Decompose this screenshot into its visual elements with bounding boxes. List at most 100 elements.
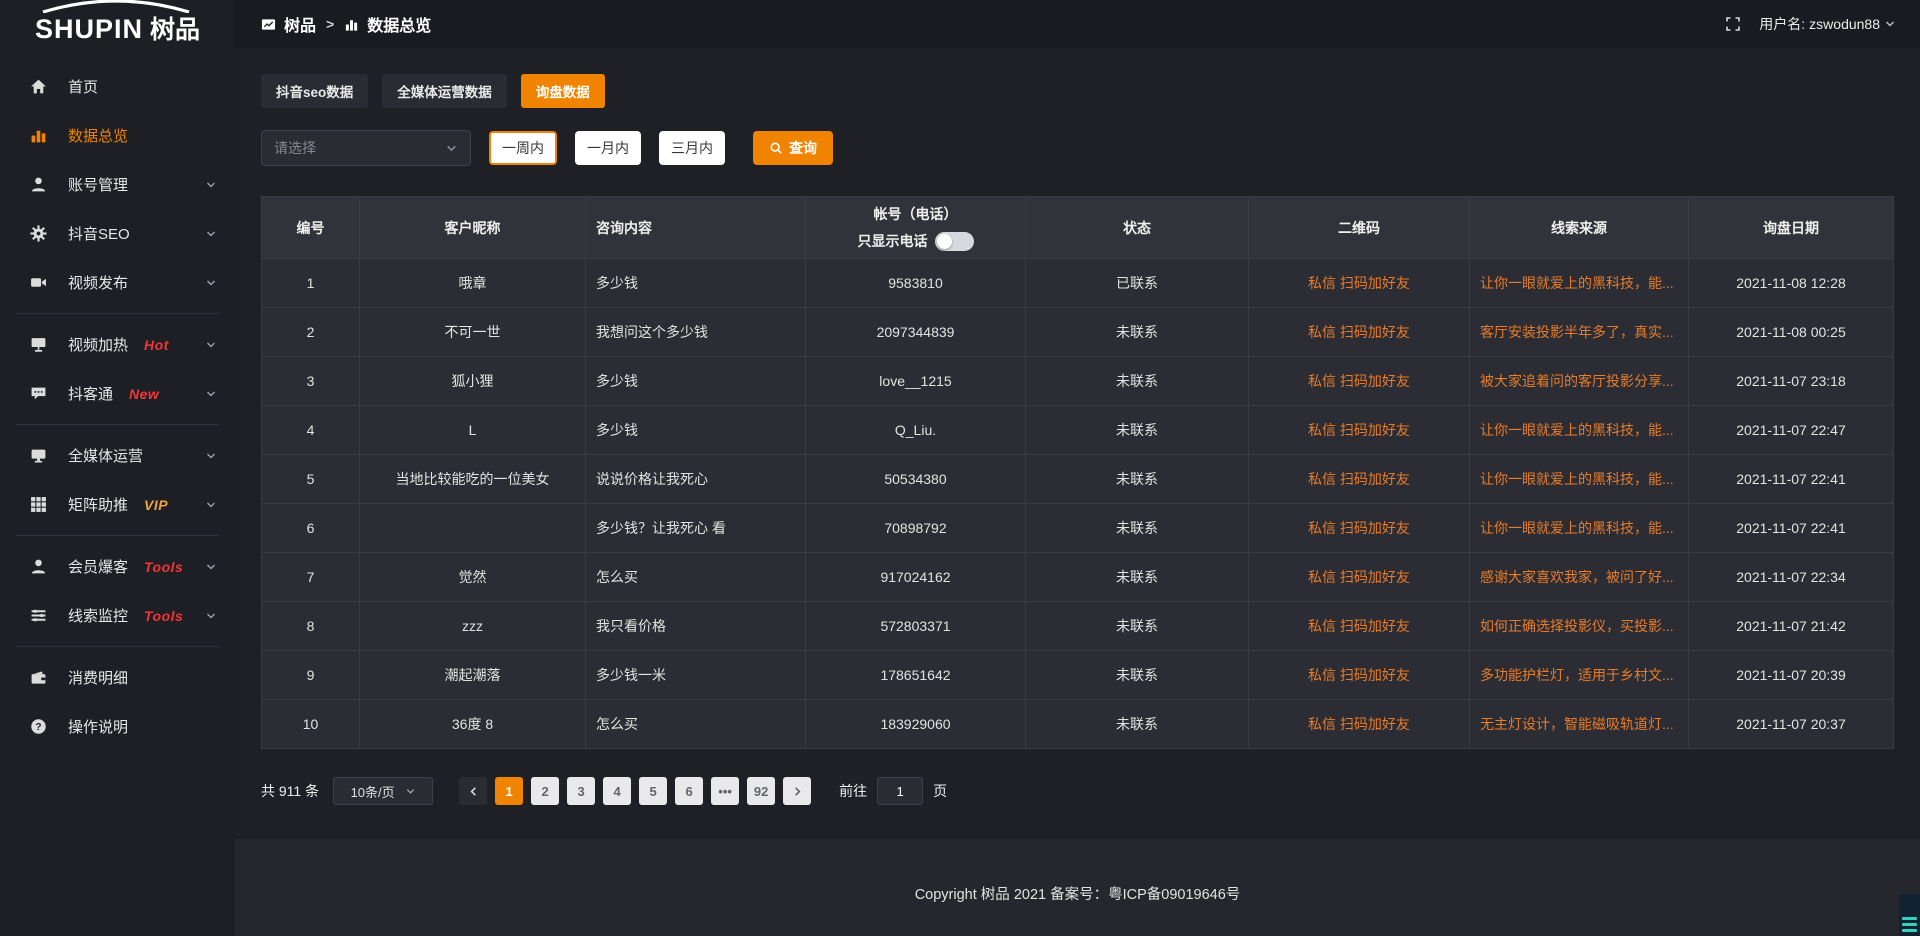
table-row: 8 zzz 我只看价格 572803371 未联系 私信 扫码加好友 如何正确选… (262, 602, 1894, 651)
next-page-button[interactable] (783, 777, 811, 805)
tab-omni-media-data[interactable]: 全媒体运营数据 (382, 74, 507, 108)
sliders-icon (30, 607, 47, 624)
source-link[interactable]: 让你一眼就爱上的黑科技，能... (1480, 520, 1674, 536)
qr-friend-links[interactable]: 私信 扫码加好友 (1308, 422, 1410, 438)
fullscreen-icon[interactable] (1725, 16, 1741, 32)
cell-content: 我想问这个多少钱 (586, 308, 806, 357)
page-button-1[interactable]: 1 (495, 777, 523, 805)
qr-friend-links[interactable]: 私信 扫码加好友 (1308, 569, 1410, 585)
query-button[interactable]: 查询 (753, 131, 833, 165)
cell-date: 2021-11-07 20:37 (1689, 700, 1894, 749)
page-button-6[interactable]: 6 (675, 777, 703, 805)
source-link[interactable]: 无主灯设计，智能磁吸轨道灯... (1480, 716, 1674, 732)
cell-date: 2021-11-07 21:42 (1689, 602, 1894, 651)
sidebar-item-instructions[interactable]: ? 操作说明 (0, 702, 235, 751)
topbar-right: 用户名: zswodun88 (1725, 14, 1896, 34)
video-camera-icon (30, 274, 47, 291)
chevron-down-icon (1884, 18, 1896, 30)
source-link[interactable]: 被大家追着问的客厅投影分享... (1480, 373, 1674, 389)
cell-id: 5 (262, 455, 360, 504)
source-link[interactable]: 让你一眼就爱上的黑科技，能... (1480, 275, 1674, 291)
prev-page-button[interactable] (459, 777, 487, 805)
page-size-select[interactable]: 10条/页 (333, 777, 433, 805)
table-row: 7 觉然 怎么买 917024162 未联系 私信 扫码加好友 感谢大家喜欢我家… (262, 553, 1894, 602)
page-button-92[interactable]: 92 (747, 777, 775, 805)
range-week-button[interactable]: 一周内 (489, 131, 557, 165)
source-link[interactable]: 客厅安装投影半年多了，真实... (1480, 324, 1674, 340)
table-row: 5 当地比较能吃的一位美女 说说价格让我死心 50534380 未联系 私信 扫… (262, 455, 1894, 504)
range-month-button[interactable]: 一月内 (575, 131, 641, 165)
qr-friend-links[interactable]: 私信 扫码加好友 (1308, 275, 1410, 291)
sidebar-item-doukietong[interactable]: 抖客通 New (0, 369, 235, 418)
sidebar-menu: 首页 数据总览 账号管理 抖音SEO 视频发布 (0, 50, 235, 751)
sidebar-item-video-heat[interactable]: 视频加热 Hot (0, 320, 235, 369)
jump-page-input[interactable] (877, 777, 923, 805)
qr-friend-links[interactable]: 私信 扫码加好友 (1308, 520, 1410, 536)
cell-content: 多少钱 (586, 406, 806, 455)
cell-status: 未联系 (1026, 651, 1249, 700)
sidebar-item-member-tools[interactable]: 会员爆客 Tools (0, 542, 235, 591)
account-select[interactable]: 请选择 (261, 130, 471, 166)
source-link[interactable]: 如何正确选择投影仪，买投影... (1480, 618, 1674, 634)
qr-friend-links[interactable]: 私信 扫码加好友 (1308, 618, 1410, 634)
sidebar-item-video-publish[interactable]: 视频发布 (0, 258, 235, 307)
tab-douyin-seo-data[interactable]: 抖音seo数据 (261, 74, 368, 108)
sidebar-item-consumption[interactable]: 消费明细 (0, 653, 235, 702)
sidebar-item-lead-monitor[interactable]: 线索监控 Tools (0, 591, 235, 640)
gear-icon (30, 225, 47, 242)
qr-friend-links[interactable]: 私信 扫码加好友 (1308, 716, 1410, 732)
source-link[interactable]: 让你一眼就爱上的黑科技，能... (1480, 471, 1674, 487)
header-qrcode: 二维码 (1249, 197, 1470, 259)
qr-friend-links[interactable]: 私信 扫码加好友 (1308, 373, 1410, 389)
source-link[interactable]: 感谢大家喜欢我家，被问了好... (1480, 569, 1674, 585)
svg-text:?: ? (35, 722, 41, 733)
sidebar-item-account-mgmt[interactable]: 账号管理 (0, 160, 235, 209)
breadcrumb-root[interactable]: 树品 (284, 12, 316, 36)
qr-friend-links[interactable]: 私信 扫码加好友 (1308, 324, 1410, 340)
cell-content: 我只看价格 (586, 602, 806, 651)
sidebar-item-home[interactable]: 首页 (0, 62, 235, 111)
logo-arc (37, 0, 195, 13)
range-quarter-button[interactable]: 三月内 (659, 131, 725, 165)
page-button-3[interactable]: 3 (567, 777, 595, 805)
page-button-5[interactable]: 5 (639, 777, 667, 805)
cell-account: 70898792 (806, 504, 1026, 553)
floating-widget[interactable] (1899, 894, 1920, 936)
sidebar-item-label: 首页 (68, 76, 98, 97)
toggle-knob (937, 234, 952, 249)
topbar: 树品 > 数据总览 用户名: zswodun88 (235, 0, 1920, 48)
app-root: SHUPIN 树品 首页 数据总览 账号管理 抖音SEO (0, 0, 1920, 936)
sidebar-item-omni-media[interactable]: 全媒体运营 (0, 431, 235, 480)
hot-badge: Hot (144, 337, 169, 353)
chevron-right-icon (792, 786, 803, 797)
page-button-2[interactable]: 2 (531, 777, 559, 805)
sidebar-item-douyin-seo[interactable]: 抖音SEO (0, 209, 235, 258)
home-icon (30, 78, 47, 95)
source-link[interactable]: 多功能护栏灯，适用于乡村文... (1480, 667, 1674, 683)
user-menu[interactable]: 用户名: zswodun88 (1759, 14, 1896, 34)
cell-id: 2 (262, 308, 360, 357)
tab-inquiry-data[interactable]: 询盘数据 (521, 74, 605, 108)
page-more-button[interactable]: ••• (711, 777, 739, 805)
source-link[interactable]: 让你一眼就爱上的黑科技，能... (1480, 422, 1674, 438)
cell-nickname: L (360, 406, 586, 455)
sidebar-item-label: 抖音SEO (68, 223, 130, 244)
sidebar-item-label: 消费明细 (68, 667, 128, 688)
phone-toggle-label: 只显示电话 (858, 231, 928, 251)
sidebar-item-label: 会员爆客 (68, 556, 128, 577)
table-body: 1 哦章 多少钱 9583810 已联系 私信 扫码加好友 让你一眼就爱上的黑科… (262, 259, 1894, 749)
sidebar-item-label: 矩阵助推 (68, 494, 128, 515)
sidebar-item-data-overview[interactable]: 数据总览 (0, 111, 235, 160)
sidebar-item-label: 数据总览 (68, 125, 128, 146)
chevron-left-icon (468, 786, 479, 797)
phone-only-toggle[interactable] (935, 232, 974, 251)
qr-friend-links[interactable]: 私信 扫码加好友 (1308, 471, 1410, 487)
logo: SHUPIN 树品 (0, 0, 235, 50)
header-nickname: 客户昵称 (360, 197, 586, 259)
page-button-4[interactable]: 4 (603, 777, 631, 805)
header-status: 状态 (1026, 197, 1249, 259)
chevron-down-icon (205, 561, 217, 573)
cell-nickname: 36度 8 (360, 700, 586, 749)
sidebar-item-matrix-boost[interactable]: 矩阵助推 VIP (0, 480, 235, 529)
qr-friend-links[interactable]: 私信 扫码加好友 (1308, 667, 1410, 683)
